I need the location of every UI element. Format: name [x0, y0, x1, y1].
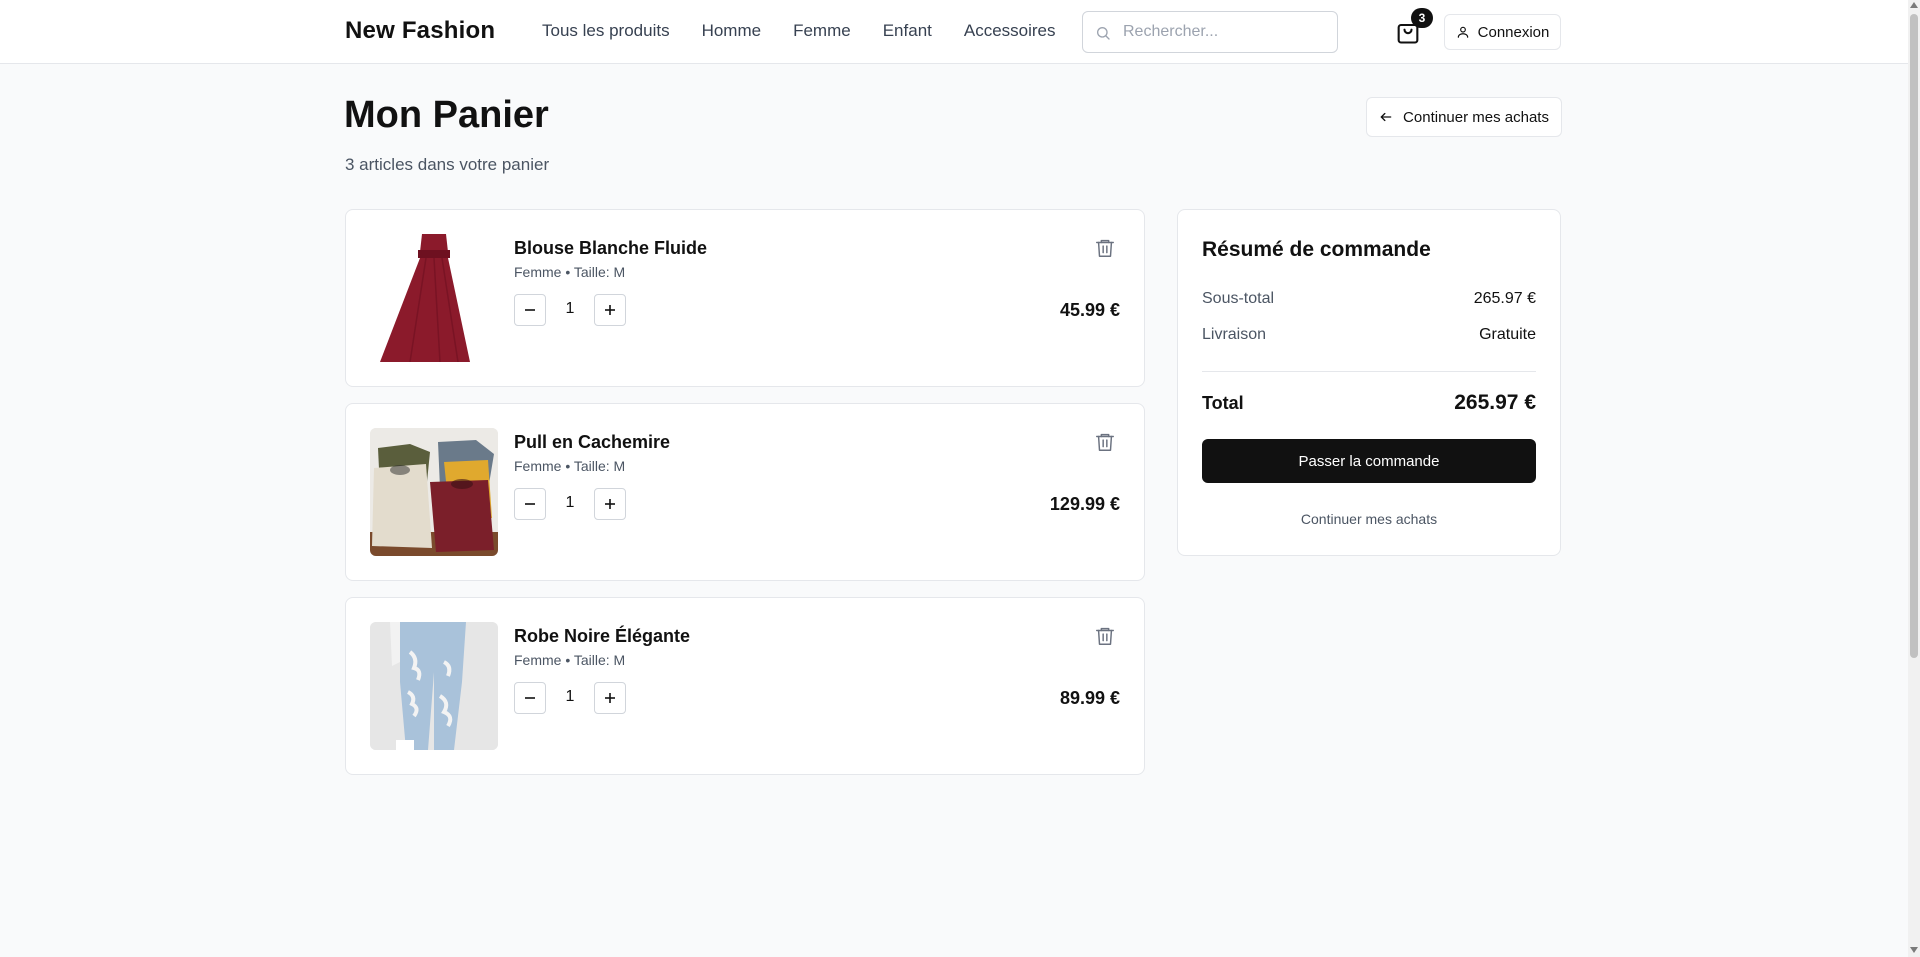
item-meta: Femme • Taille: M — [514, 652, 626, 668]
remove-item-button[interactable] — [1094, 431, 1116, 453]
minus-icon — [525, 309, 535, 311]
quantity-increase-button[interactable] — [594, 294, 626, 326]
item-meta: Femme • Taille: M — [514, 264, 626, 280]
item-name[interactable]: Pull en Cachemire — [514, 432, 670, 453]
continue-shopping-button[interactable]: Continuer mes achats — [1366, 97, 1562, 137]
quantity-increase-button[interactable] — [594, 488, 626, 520]
cart-item: Robe Noire Élégante Femme • Taille: M 1 … — [345, 597, 1145, 775]
nav-item-homme[interactable]: Homme — [702, 21, 762, 41]
brand-logo[interactable]: New Fashion — [345, 17, 495, 45]
cart-item: Pull en Cachemire Femme • Taille: M 1 12… — [345, 403, 1145, 581]
quantity-decrease-button[interactable] — [514, 682, 546, 714]
page-title: Mon Panier — [344, 94, 549, 136]
search-input[interactable] — [1123, 20, 1323, 44]
search-box — [1082, 11, 1338, 53]
search-icon — [1097, 27, 1110, 40]
nav-item-accessoires[interactable]: Accessoires — [964, 21, 1056, 41]
total-label: Total — [1202, 393, 1244, 413]
nav-item-all-products[interactable]: Tous les produits — [542, 21, 670, 41]
total-value: 265.97 € — [1454, 391, 1536, 414]
shipping-row: Livraison Gratuite — [1202, 326, 1536, 344]
remove-item-button[interactable] — [1094, 625, 1116, 647]
shipping-label: Livraison — [1202, 326, 1267, 343]
arrow-left-icon — [1380, 112, 1392, 122]
quantity-value: 1 — [565, 300, 575, 317]
minus-icon — [525, 503, 535, 505]
login-label: Connexion — [1477, 23, 1550, 41]
product-image-dress[interactable] — [370, 234, 498, 362]
order-summary-title: Résumé de commande — [1202, 238, 1431, 261]
item-price: 45.99 € — [1059, 300, 1120, 320]
trash-icon — [1096, 433, 1114, 451]
minus-icon — [525, 697, 535, 699]
item-price: 89.99 € — [1059, 688, 1120, 708]
scroll-down-arrow-icon[interactable] — [1910, 947, 1918, 953]
item-name[interactable]: Robe Noire Élégante — [514, 626, 690, 647]
order-summary-card: Résumé de commande Sous-total 265.97 € L… — [1177, 209, 1561, 556]
top-navbar: New Fashion Tous les produits Homme Femm… — [0, 0, 1908, 64]
user-icon — [1457, 26, 1468, 38]
summary-divider — [1202, 371, 1536, 372]
scrollbar-thumb[interactable] — [1910, 14, 1918, 658]
remove-item-button[interactable] — [1094, 237, 1116, 259]
nav-item-enfant[interactable]: Enfant — [883, 21, 932, 41]
plus-icon — [605, 693, 615, 703]
item-meta: Femme • Taille: M — [514, 458, 626, 474]
trash-icon — [1096, 627, 1114, 645]
subtotal-value: 265.97 € — [1473, 290, 1536, 307]
continue-shopping-label: Continuer mes achats — [1403, 108, 1549, 126]
scroll-up-arrow-icon[interactable] — [1910, 2, 1918, 8]
shipping-value: Gratuite — [1479, 326, 1536, 343]
checkout-button[interactable]: Passer la commande — [1202, 439, 1536, 483]
quantity-value: 1 — [565, 494, 575, 511]
subtotal-label: Sous-total — [1202, 290, 1275, 307]
quantity-increase-button[interactable] — [594, 682, 626, 714]
item-price: 129.99 € — [1049, 494, 1120, 514]
plus-icon — [605, 499, 615, 509]
cart-item-count: 3 articles dans votre panier — [345, 155, 550, 174]
login-button[interactable]: Connexion — [1444, 14, 1561, 50]
nav-item-femme[interactable]: Femme — [793, 21, 851, 41]
main-nav: Tous les produits Homme Femme Enfant Acc… — [542, 21, 1056, 41]
cart-item: Blouse Blanche Fluide Femme • Taille: M … — [345, 209, 1145, 387]
product-image-sweaters[interactable] — [370, 428, 498, 556]
quantity-value: 1 — [565, 688, 575, 705]
quantity-decrease-button[interactable] — [514, 488, 546, 520]
cart-count-badge: 3 — [1411, 8, 1433, 28]
subtotal-row: Sous-total 265.97 € — [1202, 290, 1536, 308]
quantity-decrease-button[interactable] — [514, 294, 546, 326]
trash-icon — [1096, 239, 1114, 257]
plus-icon — [605, 305, 615, 315]
item-name[interactable]: Blouse Blanche Fluide — [514, 238, 707, 259]
continue-shopping-link[interactable]: Continuer mes achats — [1202, 511, 1536, 527]
total-row: Total 265.97 € — [1202, 391, 1536, 415]
page-scrollbar[interactable] — [1908, 0, 1920, 957]
product-image-jeans[interactable] — [370, 622, 498, 750]
